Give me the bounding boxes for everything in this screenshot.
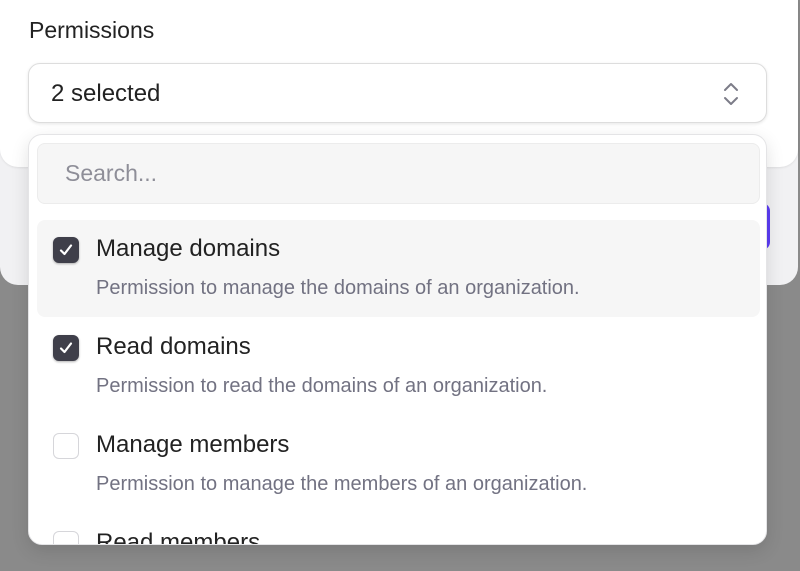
select-value: 2 selected [51,80,160,108]
chevron-up-down-icon [722,81,740,107]
option-manage-domains[interactable]: Manage domains Permission to manage the … [37,220,760,317]
option-description: Permission to read the domains of an org… [96,374,547,398]
option-title: Manage domains [96,235,280,263]
permissions-select[interactable]: 2 selected [28,63,767,123]
permissions-label: Permissions [29,17,154,44]
option-manage-members[interactable]: Manage members Permission to manage the … [37,416,760,513]
option-description: Permission to manage the members of an o… [96,472,587,496]
checkbox-checked[interactable] [53,237,79,263]
checkbox-checked[interactable] [53,335,79,361]
check-icon [58,242,74,258]
permissions-dropdown: Manage domains Permission to manage the … [28,134,767,545]
option-read-domains[interactable]: Read domains Permission to read the doma… [37,318,760,415]
checkbox-unchecked[interactable] [53,531,79,544]
option-read-members[interactable]: Read members [37,514,760,544]
option-description: Permission to manage the domains of an o… [96,276,580,300]
checkbox-unchecked[interactable] [53,433,79,459]
search-input[interactable] [37,143,760,204]
check-icon [58,340,74,356]
option-title: Manage members [96,431,289,459]
option-title: Read members [96,529,260,544]
option-title: Read domains [96,333,251,361]
